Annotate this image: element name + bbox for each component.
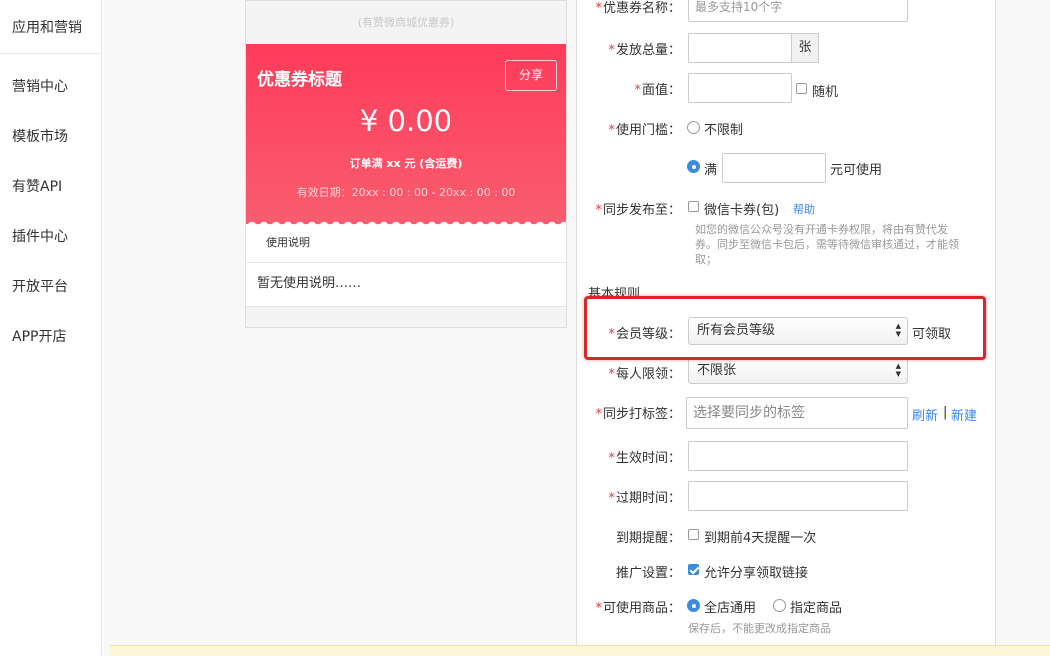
sync-help-text-1: 如您的微信公众号没有开通卡券权限，将由有赞代发 <box>695 223 948 236</box>
threshold-amount-input[interactable] <box>722 153 826 183</box>
sidebar-item-marketing-center[interactable]: 营销中心 <box>12 76 68 96</box>
threshold-label: *使用门槛： <box>608 123 681 138</box>
sidebar-item-youzan-api[interactable]: 有赞API <box>12 176 62 196</box>
products-all-radio[interactable] <box>687 599 700 612</box>
coupon-condition: 订单满 xx 元 (含运费) <box>349 157 463 170</box>
annotation-highlight-box <box>584 296 986 360</box>
sidebar-item-app-store[interactable]: APP开店 <box>12 326 66 346</box>
reminder-label: 到期提醒： <box>615 531 681 546</box>
sidebar-item-template-market[interactable]: 模板市场 <box>12 126 68 146</box>
page-root: 应用和营销 营销中心 模板市场 有赞API 插件中心 开放平台 APP开店 (有… <box>0 0 1050 656</box>
per-person-label: *每人限领： <box>608 367 681 382</box>
threshold-suffix: 元可使用 <box>830 163 883 178</box>
random-label: 随机 <box>812 85 839 100</box>
tag-select-input[interactable]: 选择要同步的标签 <box>686 397 908 429</box>
sync-label: *同步发布至： <box>595 203 681 218</box>
products-specific-label: 指定商品 <box>790 601 843 616</box>
coupon-price: ¥ 0.00 <box>359 104 453 138</box>
products-help-text: 保存后，不能更改成指定商品 <box>688 622 831 635</box>
start-time-input[interactable] <box>688 441 908 471</box>
sidebar: 应用和营销 营销中心 模板市场 有赞API 插件中心 开放平台 APP开店 <box>0 0 102 656</box>
sync-help-text-2: 券。同步至微信卡包后，需等待微信审核通过，才能领 <box>695 238 959 251</box>
wechat-card-label: 微信卡券(包) <box>704 203 780 218</box>
coupon-title: 优惠券标题 <box>257 70 342 90</box>
promo-share-checkbox[interactable] <box>688 564 699 575</box>
name-input[interactable]: 最多支持10个字 <box>688 0 908 22</box>
bottom-action-bar <box>110 645 1050 656</box>
threshold-none-label: 不限制 <box>704 123 744 138</box>
value-label: *面值： <box>634 83 681 98</box>
promo-share-label: 允许分享领取链接 <box>704 566 809 581</box>
total-input[interactable] <box>688 33 792 63</box>
coupon-card: 优惠券标题 分享 ¥ 0.00 订单满 xx 元 (含运费) 有效日期：20xx… <box>246 44 566 224</box>
products-label: *可使用商品： <box>595 601 681 616</box>
name-label: *优惠券名称： <box>595 1 681 16</box>
preview-subtitle: (有赞微商城优惠券) <box>246 1 566 44</box>
end-time-input[interactable] <box>688 481 908 511</box>
coupon-validity: 有效日期：20xx : 00 : 00 - 20xx : 00 : 00 <box>296 186 516 199</box>
products-specific-radio[interactable] <box>773 599 786 612</box>
threshold-full-radio[interactable] <box>687 160 700 173</box>
value-input[interactable] <box>688 73 792 103</box>
total-label: *发放总量： <box>608 43 681 58</box>
threshold-full-label: 满 <box>704 163 718 178</box>
start-time-label: *生效时间： <box>608 451 681 466</box>
threshold-none-radio[interactable] <box>687 121 700 134</box>
reminder-checkbox[interactable] <box>688 529 699 540</box>
total-unit-addon: 张 <box>791 33 819 63</box>
sync-help-text-3: 取； <box>695 253 717 266</box>
usage-text: 暂无使用说明…… <box>246 263 566 307</box>
promo-label: 推广设置： <box>615 566 681 581</box>
random-checkbox[interactable] <box>796 83 807 94</box>
share-button[interactable]: 分享 <box>505 60 557 91</box>
per-person-select[interactable]: 不限张 ▲ ▼ <box>688 358 908 384</box>
end-time-label: *过期时间： <box>608 491 681 506</box>
coupon-preview: (有赞微商城优惠券) 优惠券标题 分享 ¥ 0.00 订单满 xx 元 (含运费… <box>245 0 567 328</box>
sidebar-group-title: 应用和营销 <box>0 0 101 54</box>
tag-refresh-link[interactable]: 刷新 <box>912 405 938 424</box>
help-link[interactable]: 帮助 <box>793 201 815 217</box>
select-arrows-icon: ▲ ▼ <box>895 362 901 378</box>
reminder-option-label: 到期前4天提醒一次 <box>704 531 817 546</box>
tag-label: *同步打标签： <box>595 407 681 422</box>
sidebar-item-plugin-center[interactable]: 插件中心 <box>12 226 68 246</box>
wechat-card-checkbox[interactable] <box>688 201 699 212</box>
sidebar-item-open-platform[interactable]: 开放平台 <box>12 276 68 296</box>
tag-link-separator: | <box>943 405 948 420</box>
usage-header: 使用说明 <box>246 225 566 263</box>
tag-new-link[interactable]: 新建 <box>951 405 977 424</box>
products-all-label: 全店通用 <box>704 601 757 616</box>
